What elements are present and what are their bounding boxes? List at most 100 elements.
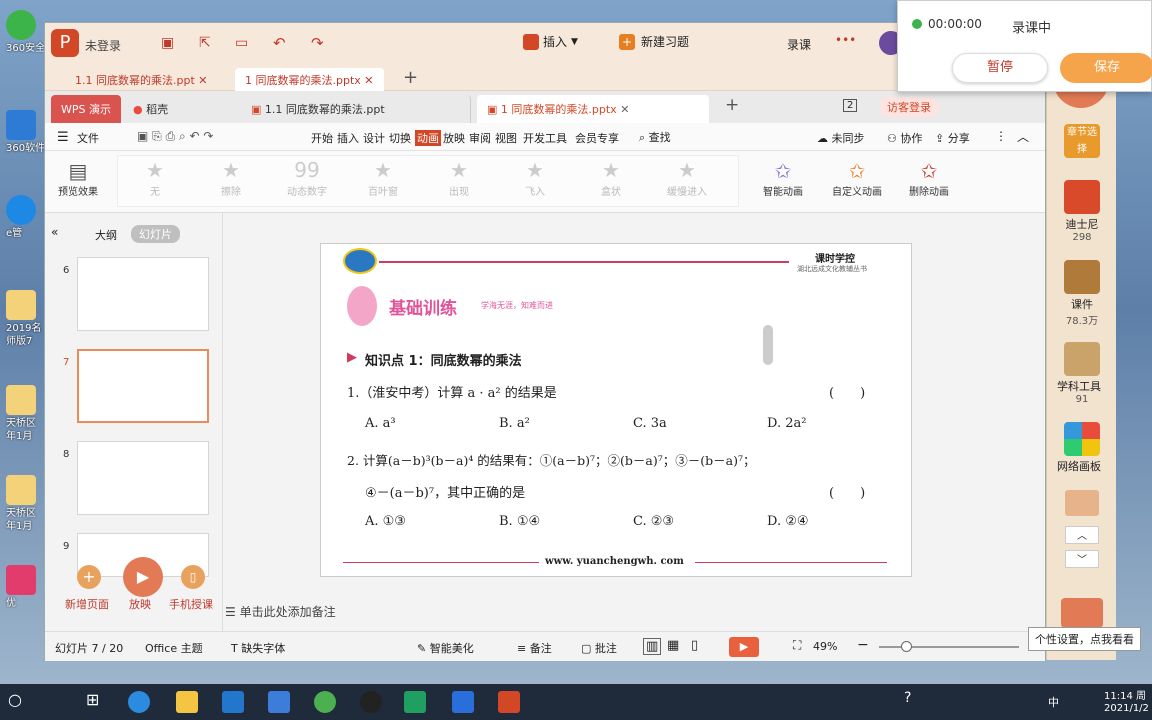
desktop-icon-tianqiao2[interactable]: 天桥区 年1月: [6, 475, 46, 533]
vertical-scrollbar[interactable]: [763, 325, 773, 365]
redo-icon[interactable]: ↷: [311, 34, 324, 52]
zoom-out-icon[interactable]: −: [857, 637, 869, 653]
normal-view-icon[interactable]: ▥: [643, 638, 662, 655]
menu-devtools[interactable]: 开发工具: [523, 130, 567, 146]
open-icon[interactable]: ▭: [235, 35, 248, 51]
desktop-icon-360soft[interactable]: 360软件: [6, 110, 46, 155]
effect-fly-in[interactable]: ★ 飞入: [509, 157, 561, 198]
tab-ppt-1[interactable]: ▣ 1.1 同底数幂的乘法.ppt: [241, 95, 471, 123]
tablet-icon[interactable]: [452, 691, 474, 713]
app-icon[interactable]: [404, 691, 426, 713]
save-recording-button[interactable]: 保存: [1060, 53, 1152, 83]
more-vertical-icon[interactable]: ⋮: [995, 129, 1007, 143]
tab-doc-2[interactable]: 1 同底数幂的乘法.pptx ✕: [235, 68, 384, 91]
scroll-down-button[interactable]: ﹀: [1065, 550, 1099, 568]
subject-tools-button[interactable]: 学科工具 91: [1057, 342, 1107, 405]
menu-design[interactable]: 设计: [363, 130, 385, 146]
fit-window-icon[interactable]: ⛶: [793, 638, 801, 653]
page-count-badge[interactable]: 2: [843, 99, 858, 112]
menu-start[interactable]: 开始: [311, 130, 333, 146]
custom-animation-button[interactable]: ✩ 自定义动画: [825, 159, 889, 198]
more-dots-icon[interactable]: •••: [835, 33, 856, 47]
menu-member[interactable]: 会员专享: [575, 130, 619, 146]
play-icon[interactable]: ▶: [123, 557, 163, 597]
play-label[interactable]: 放映: [129, 596, 151, 612]
delete-animation-button[interactable]: ✩ 删除动画: [901, 159, 957, 198]
play-slideshow-button[interactable]: ▶: [729, 637, 759, 657]
add-tab-button[interactable]: +: [403, 67, 418, 88]
desktop-icon-360[interactable]: 360安全: [6, 10, 46, 55]
close-icon[interactable]: ✕: [620, 103, 629, 116]
ime-indicator[interactable]: 中: [1048, 694, 1059, 710]
menu-review[interactable]: 审阅: [469, 130, 491, 146]
insert-menu[interactable]: 插入 ▼: [523, 33, 578, 50]
save-icon[interactable]: ▣: [161, 35, 174, 51]
effect-wipe[interactable]: ★ 擦除: [205, 157, 257, 198]
file-explorer-icon[interactable]: [176, 691, 198, 713]
qq-icon[interactable]: [360, 691, 382, 713]
zoom-slider-handle[interactable]: [901, 641, 912, 652]
tab-doc-1[interactable]: 1.1 同底数幂的乘法.ppt ✕: [65, 68, 217, 91]
export-icon[interactable]: ⇱: [199, 35, 211, 51]
browser-icon[interactable]: [314, 691, 336, 713]
quick-tools-icon[interactable]: ▣ ⎘ ⎙ ⌕ ↶ ↷: [137, 129, 213, 144]
menu-view[interactable]: 视图: [495, 130, 517, 146]
visitor-login-button[interactable]: 访客登录: [879, 97, 939, 117]
tab-ppt-2[interactable]: ▣ 1 同底数幂的乘法.pptx ✕: [477, 95, 709, 123]
menu-insert[interactable]: 插入: [337, 130, 359, 146]
wps-taskbar-icon[interactable]: [498, 691, 520, 713]
effect-appear[interactable]: ★ 出现: [433, 157, 485, 198]
store-icon[interactable]: [222, 691, 244, 713]
slides-tab[interactable]: 幻灯片: [131, 225, 180, 243]
chapter-select-button[interactable]: 章节选择: [1057, 124, 1107, 160]
more-app-icon[interactable]: [1065, 490, 1099, 516]
menu-slideshow[interactable]: 放映: [443, 130, 465, 146]
effect-none[interactable]: ★ 无: [129, 157, 181, 198]
clock-date[interactable]: 2021/1/2: [1104, 703, 1149, 714]
collapse-panel-icon[interactable]: «: [51, 225, 58, 239]
pause-button[interactable]: 暂停: [952, 53, 1048, 83]
help-icon[interactable]: ?: [904, 690, 911, 706]
add-tab-button[interactable]: +: [725, 95, 739, 115]
desktop-icon-tianqiao1[interactable]: 天桥区 年1月: [6, 385, 46, 443]
menu-animation[interactable]: 动画: [415, 130, 441, 146]
notes-button[interactable]: ≡ 备注: [517, 640, 552, 656]
share-button[interactable]: ⇪ 分享: [935, 130, 970, 146]
preview-effect-button[interactable]: ▤ 预览效果: [53, 159, 103, 198]
file-menu[interactable]: 文件: [77, 130, 99, 146]
new-exercise-button[interactable]: + 新建习题: [619, 33, 689, 50]
missing-font-button[interactable]: T 缺失字体: [231, 640, 285, 656]
desktop-icon-you[interactable]: 优: [6, 565, 46, 610]
zoom-level[interactable]: 49%: [813, 640, 837, 653]
slide-thumb-8[interactable]: [77, 441, 209, 515]
sync-status[interactable]: ☁ 未同步: [817, 130, 865, 146]
slide-canvas[interactable]: 课时学控 湖北远成文化教辅丛书 基础训练 学海无涯，知难而进 ▶ 知识点 1：同…: [320, 243, 912, 577]
add-page-icon[interactable]: +: [77, 565, 101, 589]
phone-icon[interactable]: ▯: [181, 565, 205, 589]
effect-slow-in[interactable]: ★ 缓慢进入: [661, 157, 713, 198]
comment-button[interactable]: ▢ 批注: [581, 640, 617, 656]
record-button[interactable]: 录课: [787, 36, 811, 53]
phone-teach-label[interactable]: 手机授课: [169, 596, 213, 612]
effect-box[interactable]: ★ 盒状: [585, 157, 637, 198]
desktop-icon-2019[interactable]: 2019名 师版7: [6, 290, 46, 348]
theme-name[interactable]: Office 主题: [145, 640, 203, 656]
task-view-icon[interactable]: ⊞: [86, 690, 99, 709]
reading-view-icon[interactable]: ▯: [691, 638, 698, 653]
undo-icon[interactable]: ↶: [273, 34, 286, 52]
slide-thumb-7[interactable]: [77, 349, 209, 423]
effect-dynamic-number[interactable]: 99 动态数字: [281, 157, 333, 198]
tab-daoke[interactable]: ● 稻壳: [123, 95, 178, 123]
notes-area[interactable]: ☰ 单击此处添加备注: [225, 603, 336, 620]
beautify-button[interactable]: ✎ 智能美化: [417, 640, 474, 656]
login-status[interactable]: 未登录: [85, 37, 121, 54]
desktop-icon-e[interactable]: e管: [6, 195, 46, 240]
tab-wps-present[interactable]: WPS 演示: [51, 95, 121, 123]
courseware-button[interactable]: 课件 78.3万: [1057, 260, 1107, 327]
new-page-label[interactable]: 新增页面: [65, 596, 109, 612]
smart-animation-button[interactable]: ✩ 智能动画: [753, 159, 813, 198]
collapse-ribbon-icon[interactable]: ︿: [1017, 128, 1029, 145]
menu-transition[interactable]: 切换: [389, 130, 411, 146]
clock-time[interactable]: 11:14 周: [1104, 687, 1146, 702]
network-board-button[interactable]: 网络画板: [1057, 422, 1107, 474]
